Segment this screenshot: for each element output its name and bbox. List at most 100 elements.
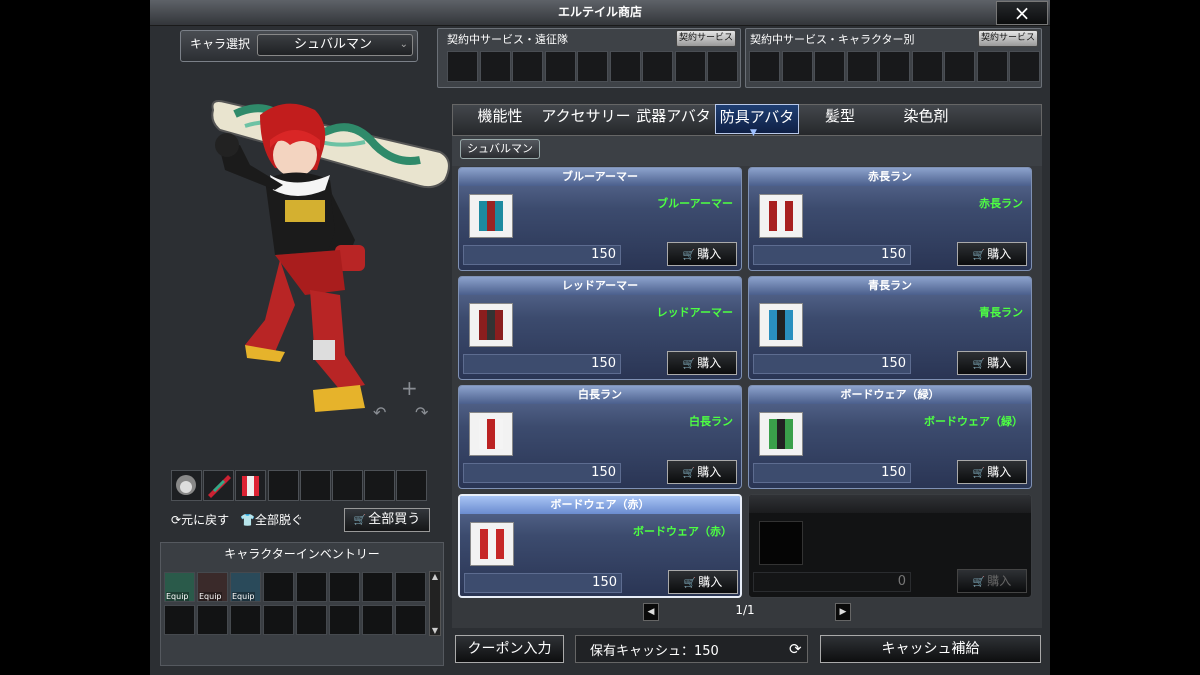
tab-1[interactable]: アクセサリー — [540, 104, 632, 134]
contract-character-slot[interactable] — [749, 51, 780, 82]
reset-button[interactable]: ⟳元に戻す — [171, 511, 229, 528]
inventory-slot[interactable] — [263, 572, 294, 602]
inventory-slot[interactable]: Equip — [197, 572, 228, 602]
product-card[interactable]: 白長ラン 白長ラン 150 🛒 購入 — [458, 385, 742, 489]
inventory-slot[interactable] — [395, 572, 426, 602]
contract-character-slot[interactable] — [781, 51, 813, 82]
buy-all-button[interactable]: 🛒 全部買う — [344, 508, 430, 532]
product-card[interactable]: ボードウェア（赤） ボードウェア（赤） 150 🛒 購入 — [458, 494, 742, 598]
character-preview[interactable]: + − ↶ ↷ — [205, 90, 455, 430]
contract-character-slot[interactable] — [814, 51, 845, 82]
product-price: 150 — [753, 354, 911, 374]
contract-character-slot[interactable] — [911, 51, 943, 82]
cash-topup-button[interactable]: キャッシュ補給 — [820, 635, 1041, 663]
contract-character-slot[interactable] — [944, 51, 975, 82]
page-prev-button[interactable]: ◀ — [643, 603, 659, 621]
product-card[interactable]: 赤長ラン 赤長ラン 150 🛒 購入 — [748, 167, 1032, 271]
page-next-button[interactable]: ▶ — [835, 603, 851, 621]
contract-expedition-slot[interactable] — [674, 51, 706, 82]
buy-label: 購入 — [987, 247, 1012, 261]
contract-character-slot[interactable] — [976, 51, 1008, 82]
inventory-slot[interactable] — [395, 605, 426, 635]
inventory-slot[interactable] — [296, 605, 327, 635]
product-title: 白長ラン — [459, 386, 741, 404]
contract-service-button[interactable]: 契約サービス — [978, 30, 1038, 47]
cart-icon: 🛒 — [972, 359, 986, 370]
character-select-dropdown[interactable]: シュバルマン ⌄ — [257, 34, 413, 56]
product-card[interactable]: ボードウェア（緑） ボードウェア（緑） 150 🛒 購入 — [748, 385, 1032, 489]
equipped-slot-empty[interactable] — [396, 470, 427, 501]
equipped-slot-hair[interactable] — [171, 470, 202, 501]
contract-expedition-slot[interactable] — [642, 51, 673, 82]
tab-3[interactable]: 防具アバター — [715, 104, 799, 150]
cart-icon: 🛒 — [683, 578, 697, 589]
contract-character-slot[interactable] — [1009, 51, 1040, 82]
inventory-slot[interactable] — [230, 605, 261, 635]
contract-expedition-slot[interactable] — [707, 51, 738, 82]
product-card[interactable]: ブルーアーマー ブルーアーマー 150 🛒 購入 — [458, 167, 742, 271]
character-filter-chip[interactable]: シュバルマン — [460, 139, 540, 159]
contract-expedition-slot[interactable] — [479, 51, 511, 82]
tab-4[interactable]: 髪型 — [800, 104, 880, 134]
buy-button[interactable]: 🛒 購入 — [667, 242, 737, 266]
inventory-slot[interactable] — [362, 605, 393, 635]
refresh-cash-icon[interactable]: ⟳ — [789, 640, 802, 658]
product-title: ブルーアーマー — [459, 168, 741, 186]
contract-expedition-slot[interactable] — [447, 51, 478, 82]
inventory-slot[interactable] — [362, 572, 393, 602]
equipped-slot-empty[interactable] — [364, 470, 395, 501]
equipped-slot-empty[interactable] — [268, 470, 299, 501]
buy-button[interactable]: 🛒 購入 — [957, 242, 1027, 266]
contract-character-slot[interactable] — [879, 51, 910, 82]
buy-label: 購入 — [987, 356, 1012, 370]
buy-button[interactable]: 🛒 購入 — [957, 569, 1027, 593]
product-price: 150 — [464, 573, 622, 593]
product-title: 赤長ラン — [749, 168, 1031, 186]
contract-expedition-slot[interactable] — [609, 51, 641, 82]
inventory-slot[interactable] — [329, 572, 360, 602]
buy-button[interactable]: 🛒 購入 — [957, 460, 1027, 484]
equipped-slot-weapon[interactable] — [203, 470, 234, 501]
tab-0[interactable]: 機能性 — [460, 104, 540, 134]
product-name: レッドアーマー — [656, 306, 733, 319]
contract-expedition-slot[interactable] — [544, 51, 576, 82]
inventory-slot[interactable] — [296, 572, 327, 602]
equipped-slot-armor[interactable] — [235, 470, 266, 501]
undress-button[interactable]: 👕全部脱ぐ — [240, 511, 303, 528]
inventory-slot[interactable]: Equip — [230, 572, 261, 602]
rotate-right-icon[interactable]: ↷ — [415, 403, 429, 422]
rotate-left-icon[interactable]: ↶ — [373, 403, 386, 422]
buy-button[interactable]: 🛒 購入 — [668, 570, 738, 594]
zoom-out-icon[interactable]: − — [401, 421, 418, 430]
buy-label: 購入 — [697, 465, 722, 479]
equipped-slot-empty[interactable] — [300, 470, 331, 501]
inventory-slot[interactable] — [197, 605, 228, 635]
contract-expedition-slot[interactable] — [512, 51, 543, 82]
close-button[interactable]: × — [996, 1, 1048, 25]
buy-button[interactable]: 🛒 購入 — [667, 460, 737, 484]
contract-expedition-slot[interactable] — [577, 51, 608, 82]
product-card[interactable]: レッドアーマー レッドアーマー 150 🛒 購入 — [458, 276, 742, 380]
coupon-input-button[interactable]: クーポン入力 — [455, 635, 564, 663]
contract-service-button[interactable]: 契約サービス — [676, 30, 736, 47]
inventory-slot[interactable] — [329, 605, 360, 635]
product-card[interactable]: 青長ラン 青長ラン 150 🛒 購入 — [748, 276, 1032, 380]
inventory-scrollbar[interactable]: ▲ ▼ — [429, 571, 441, 636]
tab-5[interactable]: 染色剤 — [880, 104, 972, 134]
equipped-slot-empty[interactable] — [332, 470, 363, 501]
buy-button[interactable]: 🛒 購入 — [957, 351, 1027, 375]
equip-tag: Equip — [232, 592, 255, 601]
tab-2[interactable]: 武器アバター — [632, 104, 715, 149]
contract-character-slot[interactable] — [846, 51, 878, 82]
buy-button[interactable]: 🛒 購入 — [667, 351, 737, 375]
window-title: エルテイル商店 — [557, 5, 642, 19]
zoom-in-icon[interactable]: + — [401, 376, 418, 400]
scroll-up-icon[interactable]: ▲ — [430, 572, 440, 581]
product-card[interactable]: 0 🛒 購入 — [748, 494, 1032, 598]
scroll-down-icon[interactable]: ▼ — [430, 626, 440, 635]
weapon-icon — [208, 475, 231, 498]
inventory-slot[interactable]: Equip — [164, 572, 195, 602]
inventory-slot[interactable] — [164, 605, 195, 635]
inventory-slot[interactable] — [263, 605, 294, 635]
armor-icon — [759, 194, 803, 238]
